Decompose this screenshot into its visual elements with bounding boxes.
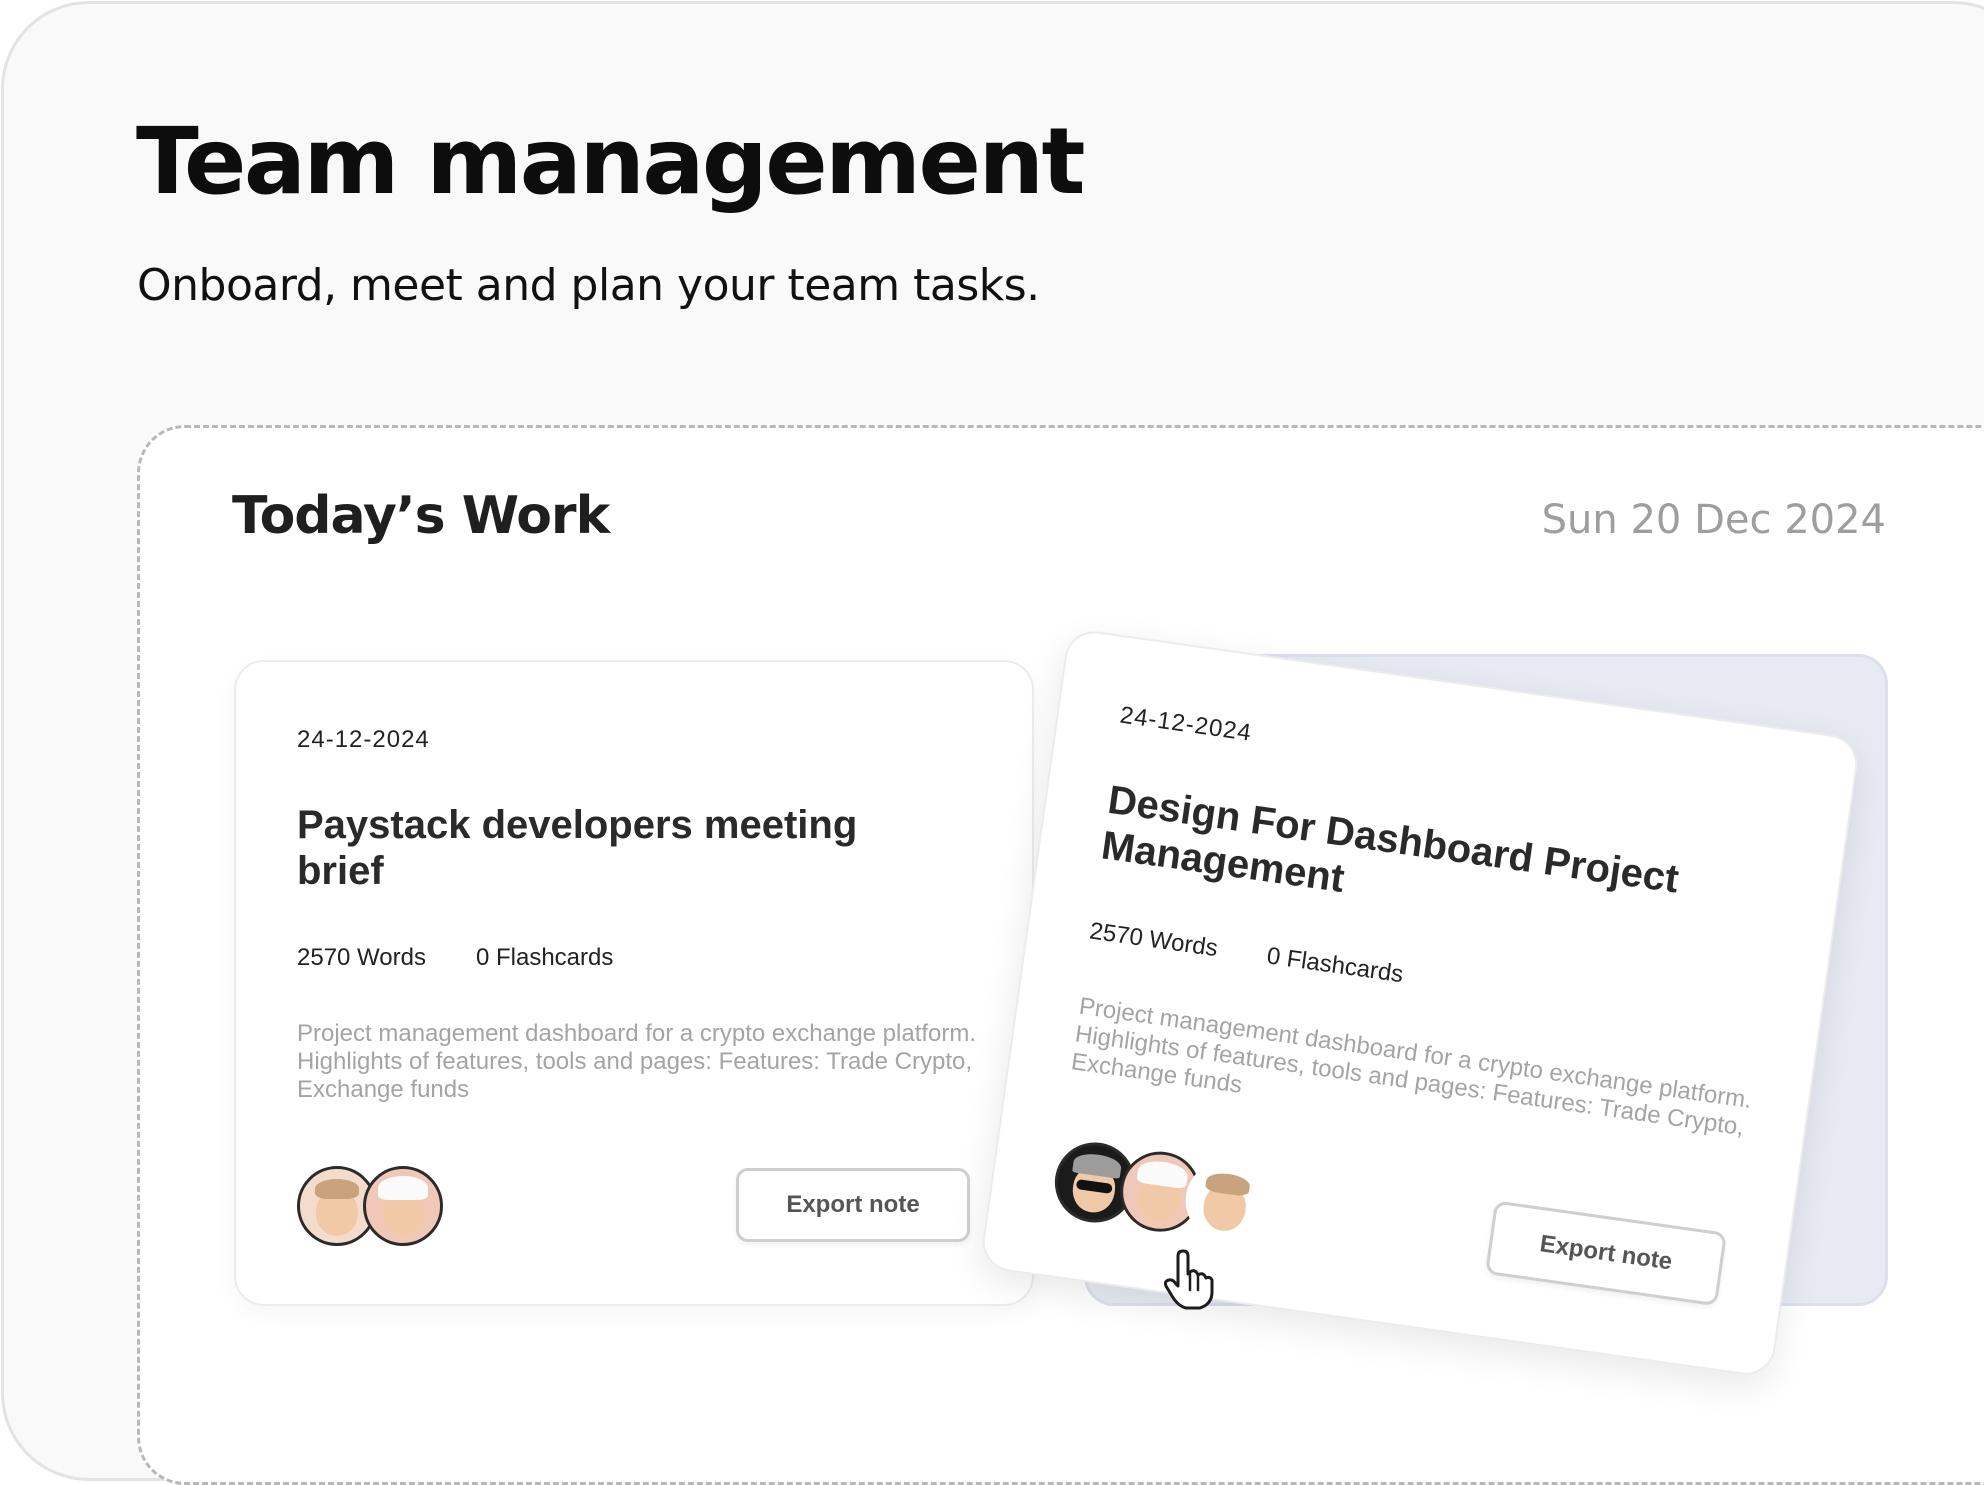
export-note-button[interactable]: Export note xyxy=(736,1168,970,1242)
hand-pointer-icon xyxy=(1163,1249,1214,1310)
word-count: 2570 Words xyxy=(1087,917,1220,963)
note-card-dashboard-design[interactable]: 24-12-2024 Design For Dashboard Project … xyxy=(978,627,1862,1379)
note-card-paystack[interactable]: 24-12-2024 Paystack developers meeting b… xyxy=(234,660,1034,1306)
page-subtitle: Onboard, meet and plan your team tasks. xyxy=(137,260,1040,311)
page-title: Team management xyxy=(136,108,1085,215)
card-stats: 2570 Words 0 Flashcards xyxy=(297,944,613,972)
card-title: Paystack developers meeting brief xyxy=(297,803,858,893)
hat-shape xyxy=(377,1176,429,1201)
card-description: Project management dashboard for a crypt… xyxy=(1069,992,1754,1142)
panel-date: Sun 20 Dec 2024 xyxy=(1541,497,1886,543)
card-date: 24-12-2024 xyxy=(1118,701,1254,747)
flashcard-count: 0 Flashcards xyxy=(475,944,614,971)
card-description: Project management dashboard for a crypt… xyxy=(297,1020,977,1103)
avatar-group xyxy=(1049,1137,1271,1247)
panel-title: Today’s Work xyxy=(232,486,610,546)
flashcard-count: 0 Flashcards xyxy=(1265,942,1405,989)
avatar-group xyxy=(297,1166,443,1246)
card-date: 24-12-2024 xyxy=(297,726,430,753)
hair-shape xyxy=(314,1179,360,1199)
card-title: Design For Dashboard Project Management xyxy=(1098,777,1682,902)
word-count: 2570 Words xyxy=(297,944,426,971)
card-stats: 2570 Words 0 Flashcards xyxy=(1088,917,1405,989)
export-note-button[interactable]: Export note xyxy=(1484,1200,1727,1307)
avatar-memoji-white-hat xyxy=(363,1166,443,1246)
